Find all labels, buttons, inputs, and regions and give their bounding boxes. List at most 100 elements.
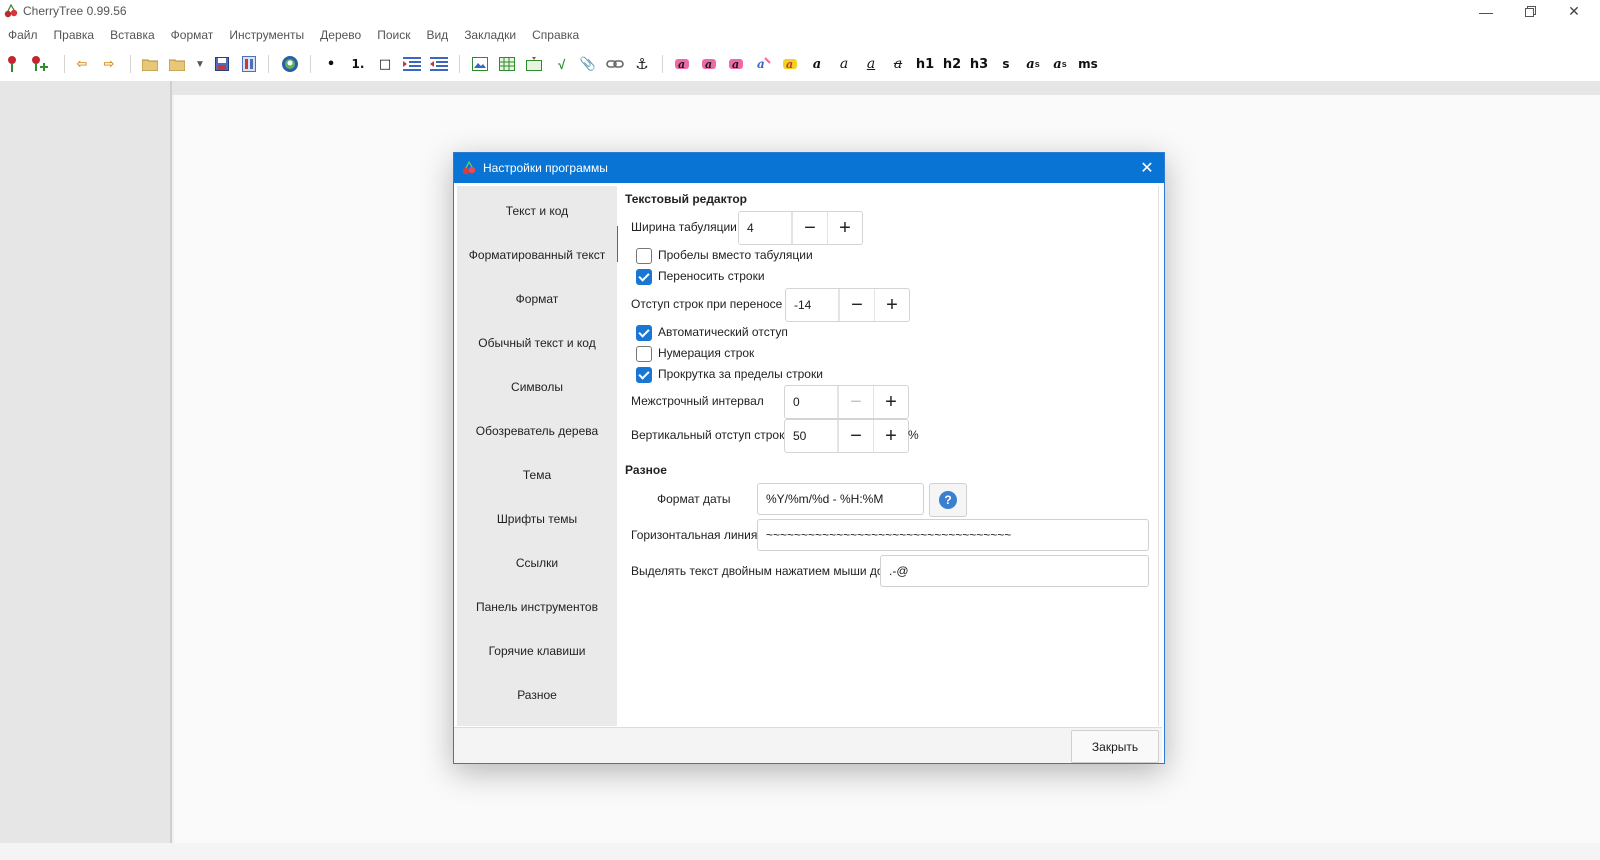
tree-pane[interactable] [0, 81, 172, 843]
heading2-icon[interactable]: h2 [941, 54, 963, 74]
nav-plain-text-code[interactable]: Обычный текст и код [457, 336, 617, 350]
insert-link-icon[interactable] [604, 54, 626, 74]
todo-list-icon[interactable]: □ [374, 54, 396, 74]
nav-toolbar[interactable]: Панель инструментов [457, 600, 617, 614]
vertical-indent-label: Вертикальный отступ строк [631, 428, 785, 442]
add-subnode-icon[interactable] [29, 54, 51, 74]
forward-arrow-icon[interactable]: ⇨ [98, 54, 120, 74]
nav-text-and-code[interactable]: Текст и код [457, 204, 617, 218]
anchor-icon[interactable]: ⚓ [631, 54, 653, 74]
folder-open-icon[interactable] [166, 54, 188, 74]
nav-links[interactable]: Ссылки [457, 556, 617, 570]
text-highlight-icon[interactable]: a [779, 54, 801, 74]
preferences-content: Текстовый редактор Ширина табуляции 4 − … [618, 186, 1159, 726]
dialog-close-icon[interactable]: ✕ [1136, 157, 1158, 179]
monospace-icon[interactable]: ms [1077, 54, 1099, 74]
strikethrough-icon[interactable]: a [887, 54, 909, 74]
window-title: CherryTree 0.99.56 [23, 4, 127, 18]
nav-hotkeys[interactable]: Горячие клавиши [457, 644, 617, 658]
line-spacing-label: Межстрочный интервал [631, 394, 764, 408]
toolbar: ⇦ ⇨ ▼ • 1. □ √ 📎 ⚓ a a a a a a a a a h1 … [0, 47, 1600, 82]
text-color-fg-icon[interactable]: a [671, 54, 693, 74]
globe-icon[interactable] [279, 54, 301, 74]
dblclick-select-input[interactable]: .-@ [880, 555, 1149, 587]
wrap-indent-plus-button[interactable]: + [874, 289, 909, 321]
insert-latex-icon[interactable]: √ [550, 54, 572, 74]
minimize-icon[interactable]: — [1464, 0, 1508, 23]
subscript-icon[interactable]: as [1049, 54, 1071, 74]
nav-rich-text[interactable]: Форматированный текст [457, 248, 617, 262]
vertical-indent-unit: % [908, 428, 919, 442]
date-format-help-button[interactable]: ? [929, 483, 967, 517]
menu-format[interactable]: Формат [163, 28, 222, 42]
insert-table-icon[interactable] [496, 54, 518, 74]
wrap-indent-minus-button[interactable]: − [839, 289, 874, 321]
menu-tools[interactable]: Инструменты [221, 28, 312, 42]
text-color-bg-icon[interactable]: a [698, 54, 720, 74]
attach-file-icon[interactable]: 📎 [577, 54, 599, 74]
svg-text:a: a [757, 57, 765, 71]
tab-width-minus-button[interactable]: − [792, 212, 827, 244]
scroll-beyond-checkbox[interactable] [636, 367, 652, 383]
svg-text:a: a [732, 58, 739, 71]
underline-icon[interactable]: a [860, 54, 882, 74]
line-spacing-minus-button[interactable]: − [838, 386, 873, 418]
text-format-clear-icon[interactable]: a [752, 54, 774, 74]
line-spacing-value[interactable]: 0 [785, 386, 838, 418]
svg-text:a: a [705, 58, 712, 71]
superscript-icon[interactable]: as [1022, 54, 1044, 74]
nav-tree-explorer[interactable]: Обозреватель дерева [457, 424, 617, 438]
spaces-instead-of-tabs-checkbox[interactable] [636, 248, 652, 264]
vertical-indent-plus-button[interactable]: + [873, 420, 908, 452]
line-numbers-label: Нумерация строк [658, 346, 755, 360]
horizontal-rule-input[interactable]: ~~~~~~~~~~~~~~~~~~~~~~~~~~~~~~~~~~~ [757, 519, 1149, 551]
superscript-base: a [1026, 56, 1035, 72]
vertical-indent-value[interactable]: 50 [785, 420, 838, 452]
heading1-icon[interactable]: h1 [914, 54, 936, 74]
cherry-app-icon [4, 4, 18, 18]
nav-symbols[interactable]: Символы [457, 380, 617, 394]
menu-edit[interactable]: Правка [46, 28, 103, 42]
text-color-remove-icon[interactable]: a [725, 54, 747, 74]
add-node-icon[interactable] [1, 54, 23, 74]
close-button[interactable]: Закрыть [1071, 730, 1159, 763]
menu-file[interactable]: Файл [0, 28, 46, 42]
unindent-icon[interactable] [428, 54, 450, 74]
menu-help[interactable]: Справка [524, 28, 587, 42]
bold-icon[interactable]: a [806, 54, 828, 74]
line-numbers-checkbox[interactable] [636, 346, 652, 362]
nav-theme-fonts[interactable]: Шрифты темы [457, 512, 617, 526]
heading3-icon[interactable]: h3 [968, 54, 990, 74]
menu-view[interactable]: Вид [418, 28, 456, 42]
menu-bookmarks[interactable]: Закладки [456, 28, 524, 42]
small-text-icon[interactable]: s [995, 54, 1017, 74]
wrap-indent-value[interactable]: -14 [786, 289, 839, 321]
menu-tree[interactable]: Дерево [312, 28, 369, 42]
chevron-down-icon[interactable]: ▼ [189, 54, 211, 74]
save-icon[interactable] [211, 54, 233, 74]
italic-icon[interactable]: a [833, 54, 855, 74]
bullet-list-icon[interactable]: • [320, 54, 342, 74]
restore-icon[interactable] [1508, 0, 1552, 23]
numbered-list-icon[interactable]: 1. [347, 54, 369, 74]
back-arrow-icon[interactable]: ⇦ [71, 54, 93, 74]
menu-insert[interactable]: Вставка [102, 28, 163, 42]
wrap-lines-checkbox[interactable] [636, 269, 652, 285]
insert-image-icon[interactable] [469, 54, 491, 74]
indent-icon[interactable] [401, 54, 423, 74]
folder-new-icon[interactable] [139, 54, 161, 74]
nav-misc[interactable]: Разное [457, 688, 617, 702]
export-icon[interactable] [238, 54, 260, 74]
date-format-input[interactable]: %Y/%m/%d - %H:%M [757, 483, 924, 515]
auto-indent-checkbox[interactable] [636, 325, 652, 341]
vertical-indent-spinner: 50 − + [784, 419, 909, 453]
tab-width-plus-button[interactable]: + [827, 212, 862, 244]
close-icon[interactable]: ✕ [1552, 0, 1596, 23]
insert-codebox-icon[interactable] [523, 54, 545, 74]
nav-theme[interactable]: Тема [457, 468, 617, 482]
nav-format[interactable]: Формат [457, 292, 617, 306]
line-spacing-plus-button[interactable]: + [873, 386, 908, 418]
menu-search[interactable]: Поиск [369, 28, 418, 42]
tab-width-value[interactable]: 4 [739, 212, 792, 244]
vertical-indent-minus-button[interactable]: − [838, 420, 873, 452]
